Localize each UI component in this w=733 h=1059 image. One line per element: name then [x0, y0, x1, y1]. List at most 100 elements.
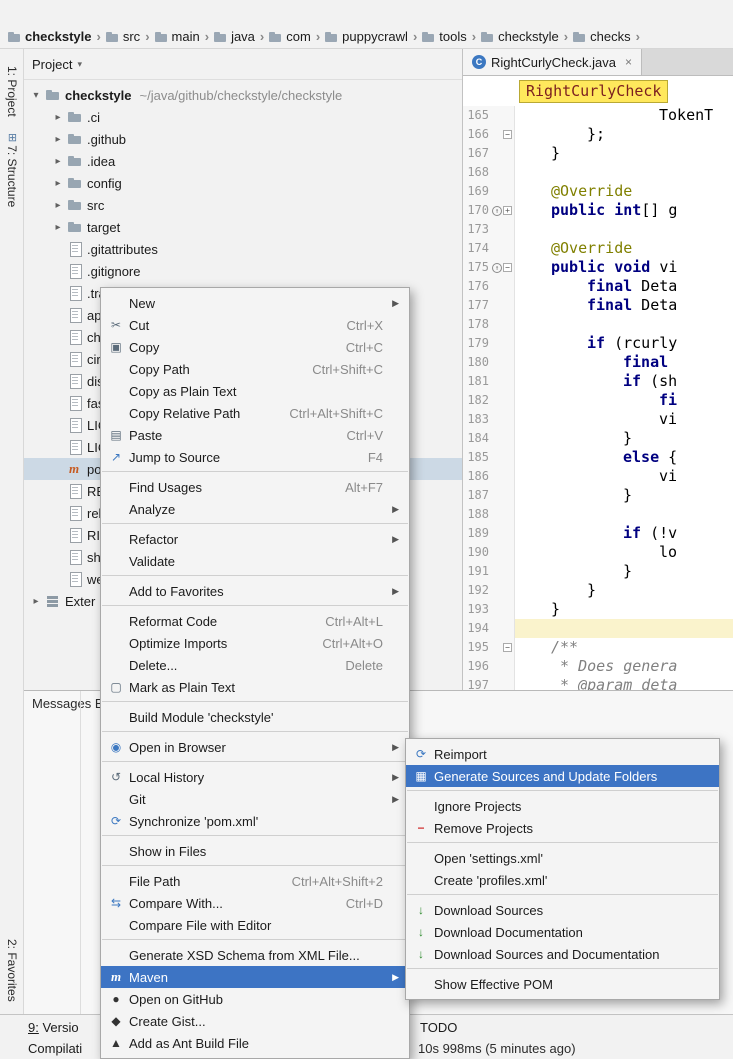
ide-window: { "colors":{"accent_blue":"#3d74c4","tre… [0, 0, 733, 1057]
context-menu-item[interactable]: Copy Path Ctrl+Shift+C [101, 358, 409, 380]
menu-item-shortcut: Alt+F7 [345, 480, 383, 495]
override-marker-icon[interactable]: ↑ [492, 206, 502, 216]
breadcrumb-item[interactable]: puppycrawl › [325, 29, 422, 44]
maven-submenu-item[interactable]: ▦ Generate Sources and Update Folders [406, 765, 719, 787]
fold-marker-icon[interactable]: − [503, 130, 512, 139]
expand-arrow-icon[interactable]: ▸ [50, 112, 66, 123]
maven-submenu-item[interactable]: Create 'profiles.xml' [406, 869, 719, 891]
libraries-icon [44, 593, 62, 609]
line-number: 182 [463, 391, 489, 410]
tree-row[interactable]: ▸ .ci [24, 106, 462, 128]
context-menu-item[interactable]: Generate XSD Schema from XML File... [101, 944, 409, 966]
line-number: 178 [463, 315, 489, 334]
expand-arrow-icon[interactable]: ▾ [28, 90, 44, 101]
maven-submenu-item[interactable]: − Remove Projects [406, 817, 719, 839]
breadcrumb-item[interactable]: main › [155, 29, 215, 44]
context-menu-item[interactable]: Find Usages Alt+F7 [101, 476, 409, 498]
context-menu-item[interactable]: ✂ Cut Ctrl+X [101, 314, 409, 336]
tree-row[interactable]: ▸ src [24, 194, 462, 216]
menu-item-shortcut: Ctrl+Alt+O [322, 636, 383, 651]
messages-toolbar-primary [30, 717, 52, 777]
tool-window-button-version-control[interactable]: 9: Versio [28, 1020, 79, 1035]
breadcrumb-item[interactable]: tools › [422, 29, 481, 44]
tree-row[interactable]: .gitattributes [24, 238, 462, 260]
breadcrumb-item[interactable]: checkstyle › [8, 29, 106, 44]
tree-row[interactable]: ▸ target [24, 216, 462, 238]
breadcrumb-item[interactable]: src › [106, 29, 155, 44]
expand-arrow-icon[interactable]: ▸ [28, 596, 44, 607]
context-menu-item[interactable]: Git ▶ [101, 788, 409, 810]
maven-submenu-item[interactable]: ↓ Download Documentation [406, 921, 719, 943]
file-icon [66, 395, 84, 411]
context-menu-item[interactable]: Copy as Plain Text [101, 380, 409, 402]
context-menu-item[interactable]: ▲ Add as Ant Build File [101, 1032, 409, 1054]
context-menu-item[interactable]: Add to Favorites ▶ [101, 580, 409, 602]
menu-separator [102, 761, 408, 762]
breadcrumb-item[interactable]: com › [269, 29, 325, 44]
tool-window-button-todo[interactable]: TODO [420, 1020, 457, 1035]
context-menu-item[interactable]: Copy Relative Path Ctrl+Alt+Shift+C [101, 402, 409, 424]
maven-submenu-item[interactable]: Ignore Projects [406, 795, 719, 817]
expand-arrow-icon[interactable]: ▸ [50, 200, 66, 211]
context-menu-item[interactable]: Validate [101, 550, 409, 572]
context-menu-item[interactable]: ● Open on GitHub [101, 988, 409, 1010]
override-marker-icon[interactable]: ↑ [492, 263, 502, 273]
menu-item-shortcut: Ctrl+C [346, 340, 383, 355]
context-menu-item[interactable]: ◉ Open in Browser ▶ [101, 736, 409, 758]
context-menu-item[interactable]: File Path Ctrl+Alt+Shift+2 [101, 870, 409, 892]
tool-window-button[interactable]: 2: Favorites [5, 939, 19, 1002]
context-menu-item[interactable]: m Maven ▶ [101, 966, 409, 988]
tree-row[interactable]: ▸ config [24, 172, 462, 194]
fold-marker-icon[interactable]: − [503, 643, 512, 652]
maven-submenu-item[interactable]: Show Effective POM [406, 973, 719, 995]
tool-window-button[interactable]: 1: Project [5, 63, 19, 117]
context-menu-item[interactable]: ↗ Jump to Source F4 [101, 446, 409, 468]
file-icon [66, 571, 84, 587]
breadcrumb-item[interactable]: java › [214, 29, 269, 44]
context-menu-item[interactable]: Show in Files [101, 840, 409, 862]
maven-submenu-item[interactable]: ⟳ Reimport [406, 743, 719, 765]
code-line: 182fi [463, 391, 733, 410]
context-menu-item[interactable]: ↺ Local History ▶ [101, 766, 409, 788]
context-menu-item[interactable]: Delete... Delete [101, 654, 409, 676]
context-menu-item[interactable]: ⟳ Synchronize 'pom.xml' [101, 810, 409, 832]
expand-arrow-icon[interactable]: ▸ [50, 156, 66, 167]
tree-row[interactable]: .gitignore [24, 260, 462, 282]
line-number: 176 [463, 277, 489, 296]
context-menu-item[interactable]: Build Module 'checkstyle' [101, 706, 409, 728]
tree-row[interactable]: ▸ .github [24, 128, 462, 150]
project-panel-title[interactable]: Project [32, 57, 72, 72]
context-menu-item[interactable]: Compare File with Editor [101, 914, 409, 936]
tool-window-button[interactable]: ⊞7: Structure [5, 133, 19, 207]
context-menu-item[interactable]: ⇆ Compare With... Ctrl+D [101, 892, 409, 914]
expand-arrow-icon[interactable]: ▸ [50, 178, 66, 189]
context-menu-item[interactable]: Analyze ▶ [101, 498, 409, 520]
breadcrumb-item[interactable]: checks › [573, 29, 645, 44]
tree-row[interactable]: ▸ .idea [24, 150, 462, 172]
context-menu-item[interactable]: New ▶ [101, 292, 409, 314]
file-icon [66, 373, 84, 389]
maven-submenu-item[interactable]: Open 'settings.xml' [406, 847, 719, 869]
fold-marker-icon[interactable]: + [503, 206, 512, 215]
breadcrumb-label: puppycrawl [342, 29, 408, 44]
context-menu-item[interactable]: Refactor ▶ [101, 528, 409, 550]
menu-item-shortcut: Ctrl+Alt+Shift+2 [292, 874, 383, 889]
context-menu-item[interactable]: ▤ Paste Ctrl+V [101, 424, 409, 446]
context-menu-item[interactable]: Reformat Code Ctrl+Alt+L [101, 610, 409, 632]
context-menu-item[interactable]: ◆ Create Gist... [101, 1010, 409, 1032]
maven-submenu-item[interactable]: ↓ Download Sources and Documentation [406, 943, 719, 965]
tree-row[interactable]: ▾ checkstyle ~/java/github/checkstyle/ch… [24, 84, 462, 106]
download-documentation-icon: ↓ [412, 925, 430, 939]
context-menu-item[interactable]: Optimize Imports Ctrl+Alt+O [101, 632, 409, 654]
breadcrumb-item[interactable]: checkstyle › [481, 29, 573, 44]
expand-arrow-icon[interactable]: ▸ [50, 222, 66, 233]
chevron-down-icon[interactable]: ▾ [77, 59, 82, 70]
editor-tab[interactable]: C RightCurlyCheck.java × [463, 49, 642, 75]
context-menu-item[interactable]: ▣ Copy Ctrl+C [101, 336, 409, 358]
fold-marker-icon[interactable]: − [503, 263, 512, 272]
tree-item-path-hint: ~/java/github/checkstyle/checkstyle [140, 88, 343, 103]
close-tab-icon[interactable]: × [625, 55, 632, 69]
maven-submenu-item[interactable]: ↓ Download Sources [406, 899, 719, 921]
expand-arrow-icon[interactable]: ▸ [50, 134, 66, 145]
context-menu-item[interactable]: ▢ Mark as Plain Text [101, 676, 409, 698]
